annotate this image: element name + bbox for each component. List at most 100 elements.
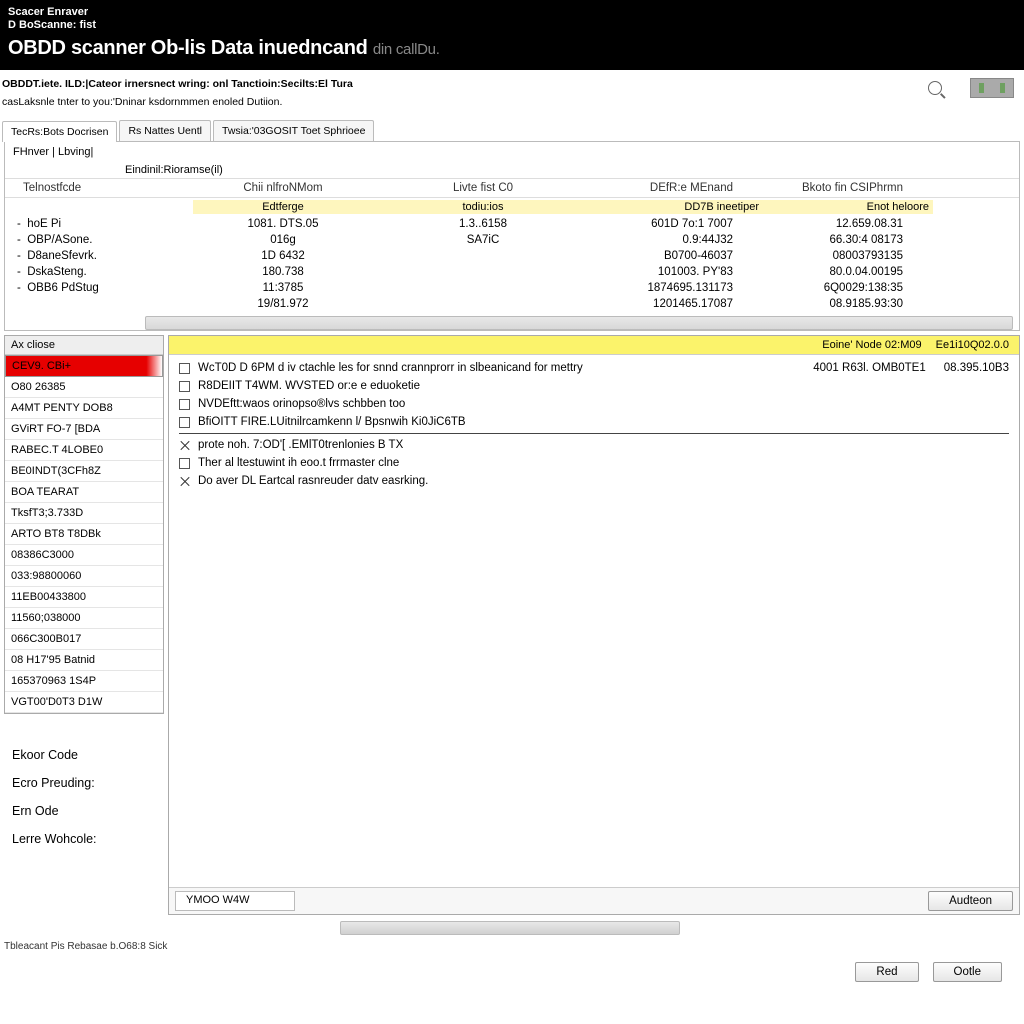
detail-line[interactable]: Do aver DL Eartcal rasnreuder datv easrk… <box>179 472 1009 490</box>
sidebar-item[interactable]: A4MT PENTY DOB8 <box>5 398 163 419</box>
detail-line[interactable]: WcT0D D 6PM d iv ctachle les for snnd cr… <box>179 359 1009 377</box>
horizontal-scrollbar[interactable] <box>145 316 1013 330</box>
cell <box>373 282 593 294</box>
detail-line[interactable]: Ther al ltestuwint ih eoo.t frrmaster cl… <box>179 454 1009 472</box>
detail-text: Ther al ltestuwint ih eoo.t frrmaster cl… <box>198 457 399 469</box>
cell <box>373 298 593 310</box>
cell: 180.738 <box>193 266 373 278</box>
tab[interactable]: TecRs:Bots Docrisen <box>2 121 117 142</box>
checkbox-icon[interactable] <box>179 381 190 392</box>
action-button[interactable]: Audteon <box>928 891 1013 911</box>
checkbox-icon[interactable] <box>179 458 190 469</box>
detail-line[interactable]: NVDEftt:waos orinopso®lvs schbben too <box>179 395 1009 413</box>
dialog-buttons: Red Ootle <box>0 958 1024 992</box>
sidebar-item[interactable]: ARTO BT8 T8DBk <box>5 524 163 545</box>
column-header[interactable]: Livte fist C0 <box>373 182 593 194</box>
table-row[interactable]: - OBP/ASone.016gSA7iC0.9:44J3266.30:4 08… <box>5 232 1019 248</box>
cell: - OBB6 PdStug <box>13 282 193 294</box>
sidebar-item[interactable]: RABEC.T 4LOBE0 <box>5 440 163 461</box>
sidebar-label: Ekoor Code <box>12 748 158 762</box>
detail-footer-field[interactable]: YMOO W4W <box>175 891 295 911</box>
cell: - hoE Pi <box>13 218 193 230</box>
sidebar-item[interactable]: TksfT3;3.733D <box>5 503 163 524</box>
sidebar-item[interactable]: 033:98800060 <box>5 566 163 587</box>
sidebar-item[interactable]: VGT00'D0T3 D1W <box>5 692 163 713</box>
table-row[interactable]: - DskaSteng.180.738101003. PY'8380.0.04.… <box>5 264 1019 280</box>
detail-footer: YMOO W4W Audteon <box>169 887 1019 914</box>
tab[interactable]: Rs Nattes Uentl <box>119 120 211 141</box>
checkbox-icon[interactable] <box>179 363 190 374</box>
top-bar-text: OBDDT.iete. ILD:|Cateor irnersnect wring… <box>0 74 353 120</box>
column-subheader: DD7B ineetiper <box>593 200 763 214</box>
sidebar-header: Ax cliose <box>5 336 163 355</box>
summary-label: Eindinil:Rioramse(il) <box>5 162 1019 179</box>
detail-text: prote noh. 7:OD'[ .EMlT0trenlonies B TX <box>198 439 403 451</box>
cell: B0700-46037 <box>593 250 763 262</box>
cell: 1.3..6158 <box>373 218 593 230</box>
cell: - DskaSteng. <box>13 266 193 278</box>
search-icon[interactable] <box>928 81 942 95</box>
column-header[interactable]: DEfR:e MEnand <box>593 182 763 194</box>
detail-header-left: Eoine' Node 02:M09 <box>822 339 921 351</box>
sidebar: Ax cliose CEV9. CBi+O80 26385A4MT PENTY … <box>4 335 164 915</box>
detail-body: WcT0D D 6PM d iv ctachle les for snnd cr… <box>169 355 1019 887</box>
detail-line[interactable]: prote noh. 7:OD'[ .EMlT0trenlonies B TX <box>179 436 1009 454</box>
table-row[interactable]: 19/81.9721201465.1708708.9185.93:30 <box>5 296 1019 312</box>
cell: 08.9185.93:30 <box>763 298 933 310</box>
detail-panel: Eoine' Node 02:M09 Ee1i10Q02.0.0 WcT0D D… <box>168 335 1020 915</box>
detail-line[interactable]: BfiOITT FIRE.LUitnilrcamkenn l/ Bpsnwih … <box>179 413 1009 434</box>
cell: 6Q0029:138:35 <box>763 282 933 294</box>
column-header[interactable]: Telnostfcde <box>13 182 193 194</box>
sidebar-item[interactable]: GViRT FO-7 [BDA <box>5 419 163 440</box>
red-button[interactable]: Red <box>855 962 918 982</box>
sidebar-item[interactable]: 11560;038000 <box>5 608 163 629</box>
bottom-scrollbar[interactable] <box>340 921 680 935</box>
sidebar-item[interactable]: 11EB00433800 <box>5 587 163 608</box>
main-title: OBDD scanner Ob-lis Data inuedncand din … <box>8 37 1016 60</box>
detail-text: BfiOITT FIRE.LUitnilrcamkenn l/ Bpsnwih … <box>198 416 466 428</box>
sidebar-item[interactable]: BE0INDT(3CFh8Z <box>5 461 163 482</box>
sidebar-item[interactable]: CEV9. CBi+ <box>5 355 163 377</box>
detail-header-right: Ee1i10Q02.0.0 <box>936 339 1009 351</box>
close-button[interactable]: Ootle <box>933 962 1003 982</box>
table-row[interactable]: - D8aneSfevrk.1D 6432B0700-4603708003793… <box>5 248 1019 264</box>
column-header[interactable]: Bkoto fin CSIPhrmn <box>763 182 933 194</box>
cell: 1D 6432 <box>193 250 373 262</box>
title-line-2: D BoScanne: fist <box>8 19 1016 31</box>
sidebar-box: Ax cliose CEV9. CBi+O80 26385A4MT PENTY … <box>4 335 164 714</box>
title-line-1: Scacer Enraver <box>8 6 1016 18</box>
detail-line[interactable]: R8DEIIT T4WM. WVSTED or:e e eduoketie <box>179 377 1009 395</box>
top-bar-actions <box>928 74 1014 98</box>
column-subheader: Edtferge <box>193 200 373 214</box>
tab[interactable]: Twsia:'03GOSIT Toet Sphrioee <box>213 120 374 141</box>
cell <box>373 250 593 262</box>
checkbox-icon[interactable] <box>179 417 190 428</box>
table-row[interactable]: - OBB6 PdStug11:37851874695.1311736Q0029… <box>5 280 1019 296</box>
column-subheader: todiu:ios <box>373 200 593 214</box>
data-panel: FHnver | Lbving| Eindinil:Rioramse(il) T… <box>4 141 1020 331</box>
sidebar-item[interactable]: O80 26385 <box>5 377 163 398</box>
cell: 12.659.08.31 <box>763 218 933 230</box>
cell: 0.9:44J32 <box>593 234 763 246</box>
sidebar-label: Ern Ode <box>12 804 158 818</box>
cell: 19/81.972 <box>193 298 373 310</box>
section-header-left[interactable]: FHnver | Lbving| <box>13 146 93 158</box>
top-bar-line-2: casLaksnle tnter to you:'Dninar ksdornmm… <box>2 96 353 108</box>
main-title-light: din callDu. <box>373 41 440 58</box>
sidebar-item[interactable]: 165370963 1S4P <box>5 671 163 692</box>
sidebar-item[interactable]: BOA TEARAT <box>5 482 163 503</box>
close-x-icon[interactable] <box>179 476 190 487</box>
sidebar-item[interactable]: 066C300B017 <box>5 629 163 650</box>
sidebar-item[interactable]: 08 H17'95 Batnid <box>5 650 163 671</box>
column-header[interactable]: Chii nlfroNMom <box>193 182 373 194</box>
data-table: TelnostfcdeChii nlfroNMomLivte fist C0DE… <box>5 179 1019 312</box>
cell: 101003. PY'83 <box>593 266 763 278</box>
close-x-icon[interactable] <box>179 440 190 451</box>
column-subheader <box>13 200 193 214</box>
sidebar-item[interactable]: 08386C3000 <box>5 545 163 566</box>
cell: 1081. DTS.05 <box>193 218 373 230</box>
checkbox-icon[interactable] <box>179 399 190 410</box>
table-row[interactable]: - hoE Pi1081. DTS.051.3..6158601D 7o:1 7… <box>5 216 1019 232</box>
tab-strip: TecRs:Bots DocrisenRs Nattes UentlTwsia:… <box>0 120 1024 141</box>
status-indicator-icon[interactable] <box>970 78 1014 98</box>
